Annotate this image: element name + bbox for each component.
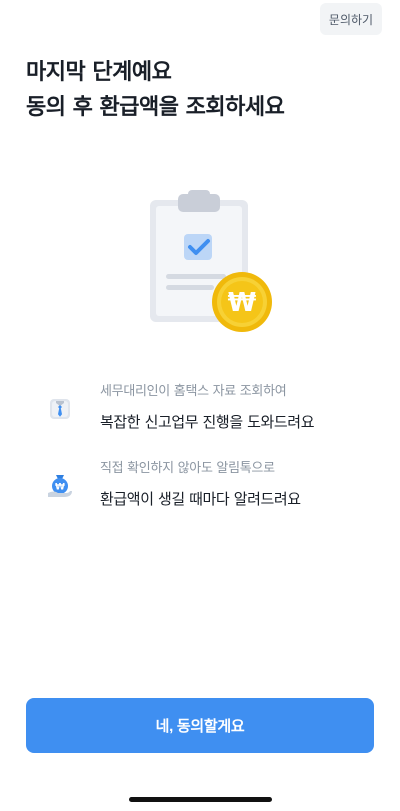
svg-text:₩: ₩	[55, 483, 65, 493]
won-symbol: ₩	[228, 288, 257, 318]
money-bag-hand-icon: ₩	[48, 475, 72, 497]
clipboard-check-with-won-coin-icon: ₩	[150, 190, 272, 332]
feature-description: 복잡한 신고업무 진행을 도와드려요	[100, 413, 315, 431]
home-indicator[interactable]	[129, 797, 272, 802]
title-line-2: 동의 후 환급액을 조회하세요	[26, 95, 285, 120]
tax-accountant-icon	[50, 399, 70, 419]
feature-item: ₩ 직접 확인하지 않아도 알림톡으로 환급액이 생길 때마다 알려드려요	[46, 459, 386, 536]
screen: 문의하기 마지막 단계예요 동의 후 환급액을 조회하세요 ₩ 세무대리인이 홈…	[0, 0, 400, 811]
page-title: 마지막 단계예요 동의 후 환급액을 조회하세요	[26, 55, 386, 125]
title-line-1: 마지막 단계예요	[26, 60, 172, 85]
feature-subtitle: 세무대리인이 홈택스 자료 조회하여	[100, 384, 287, 399]
inquiry-button[interactable]: 문의하기	[320, 3, 382, 35]
feature-description: 환급액이 생길 때마다 알려드려요	[100, 490, 301, 508]
feature-list: 세무대리인이 홈택스 자료 조회하여 복잡한 신고업무 진행을 도와드려요 ₩ …	[46, 382, 386, 536]
feature-item: 세무대리인이 홈택스 자료 조회하여 복잡한 신고업무 진행을 도와드려요	[46, 382, 386, 459]
feature-subtitle: 직접 확인하지 않아도 알림톡으로	[100, 461, 275, 476]
agree-button[interactable]: 네, 동의할게요	[26, 698, 374, 753]
